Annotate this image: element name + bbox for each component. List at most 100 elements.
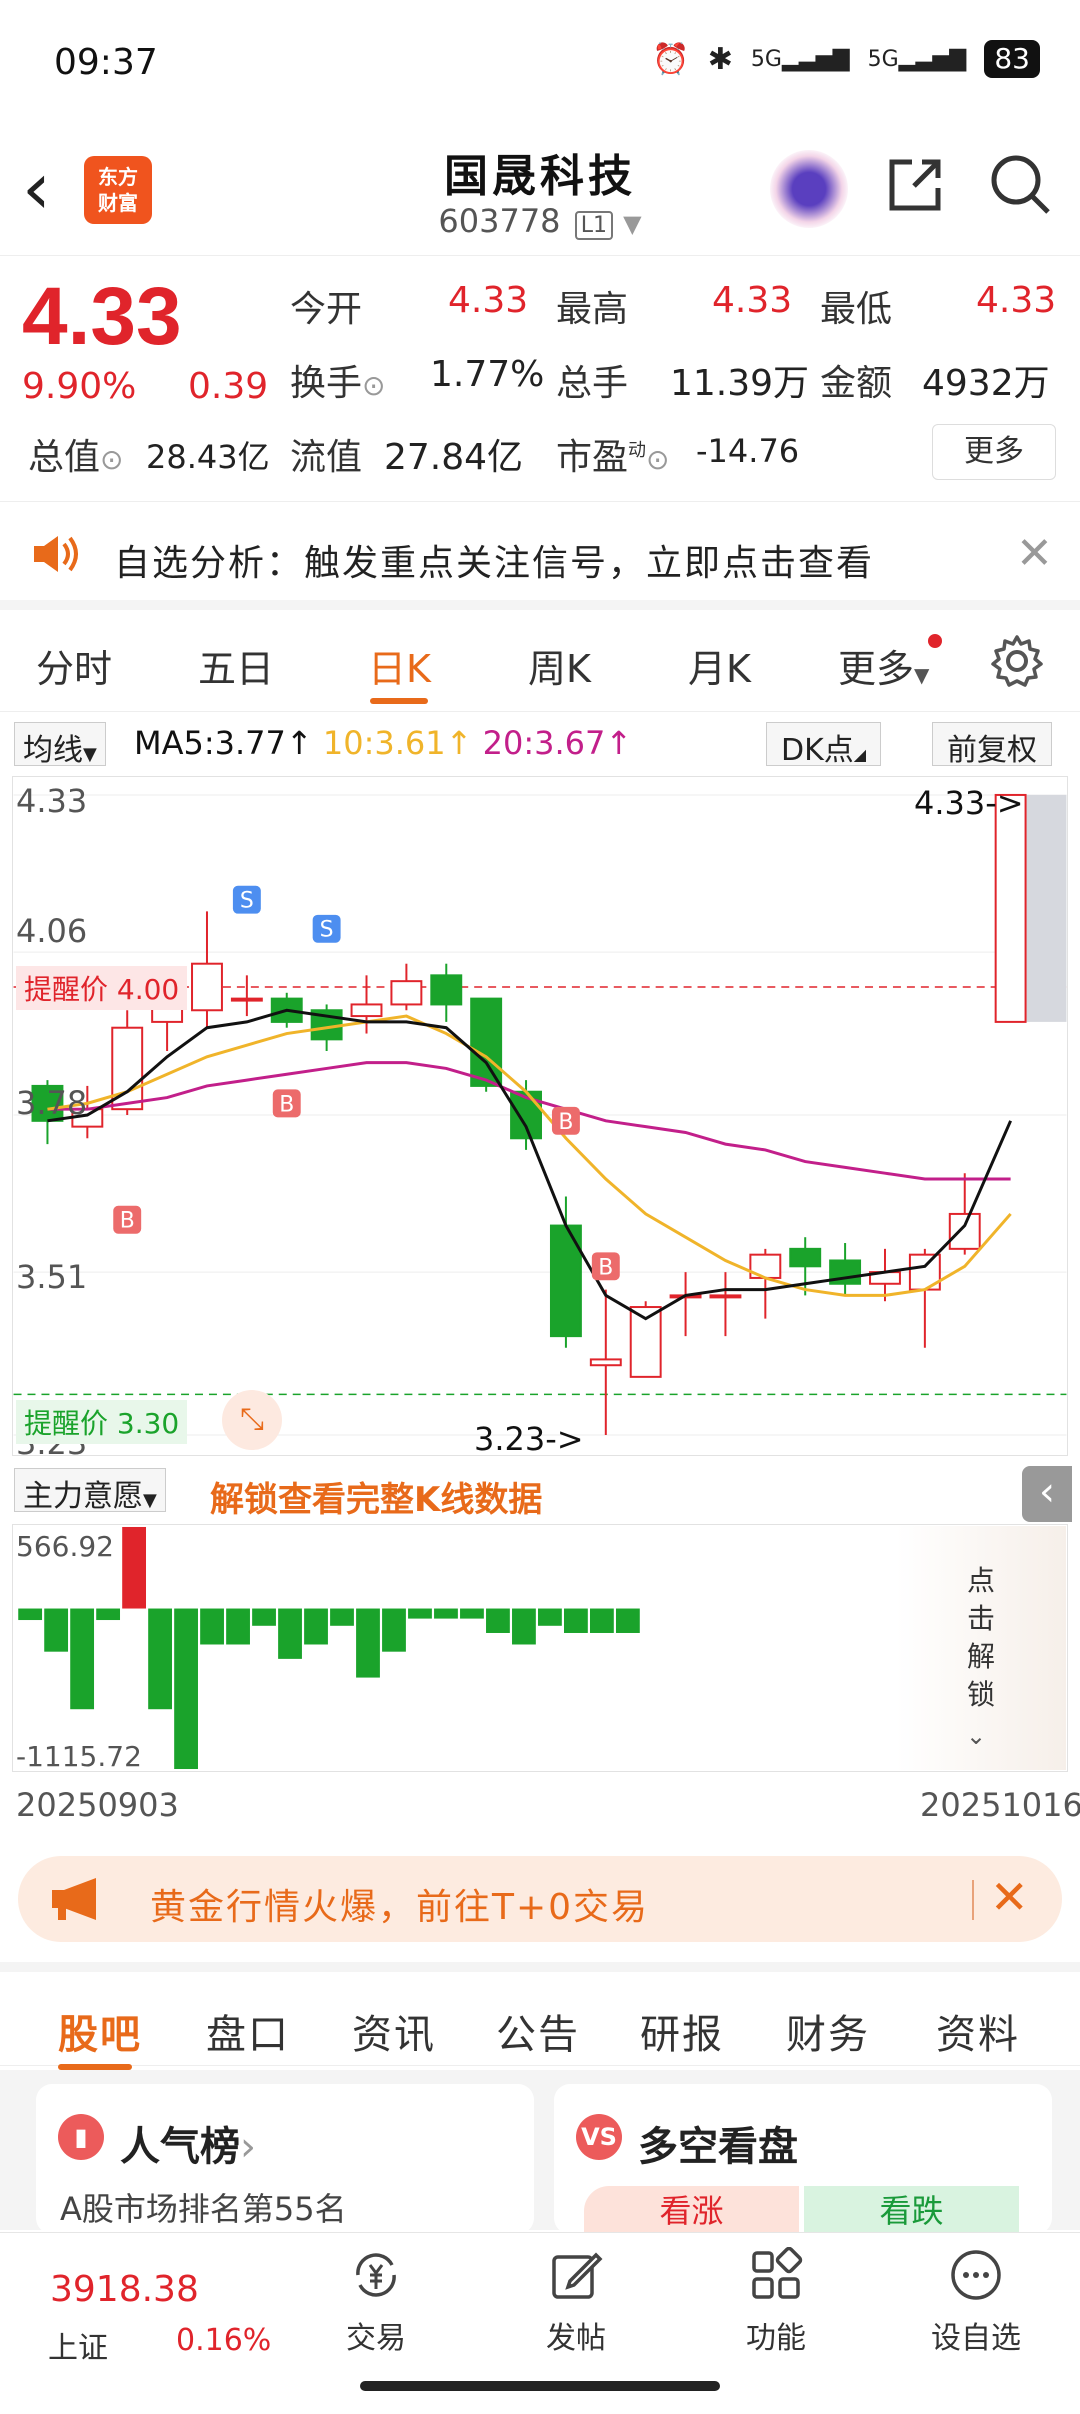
- candle-body: [350, 1003, 383, 1018]
- home-indicator: [360, 2381, 720, 2391]
- level-badge: L1: [574, 211, 613, 240]
- side-unlock-text: 点击解锁: [966, 1564, 995, 1711]
- nav-trade[interactable]: 交易: [286, 2247, 466, 2357]
- pe-value: -14.76: [696, 432, 800, 470]
- analysis-alert-banner[interactable]: 自选分析：触发重点关注信号，立即点击查看 ✕: [0, 502, 1080, 610]
- signal-label: B: [598, 1255, 613, 1280]
- tab-pankou[interactable]: 盘口: [206, 2002, 290, 2060]
- turnover-value: 1.77%: [430, 354, 545, 395]
- nav-label: 设自选: [931, 2321, 1021, 2356]
- alert-price-high[interactable]: 提醒价 4.00: [16, 966, 188, 1010]
- promo-text: 黄金行情火爆，前往T+0交易: [150, 1887, 650, 1928]
- close-icon[interactable]: ✕: [990, 1870, 1029, 1924]
- candle-body: [470, 997, 503, 1087]
- unlock-kline-link[interactable]: 解锁查看完整K线数据: [210, 1472, 542, 1521]
- candle-body: [430, 974, 463, 1006]
- turnover-label[interactable]: 换手⊙: [290, 354, 385, 406]
- fund-flow-bar: [356, 1608, 380, 1678]
- y-tick-label: 3.51: [16, 1258, 88, 1296]
- tab-weekly-k[interactable]: 周K: [528, 638, 591, 693]
- popularity-card[interactable]: ▮ 人气榜› A股市场排名第55名: [36, 2084, 534, 2234]
- tab-announcements[interactable]: 公告: [496, 2002, 580, 2060]
- y-tick-label: 4.33: [16, 782, 88, 820]
- index-quote[interactable]: 3918.38 上证 0.16%: [0, 2233, 271, 2373]
- bull-button[interactable]: 看涨: [584, 2186, 799, 2234]
- tab-profile[interactable]: 资料: [936, 2002, 1020, 2060]
- candle-body: [230, 997, 263, 1002]
- more-button[interactable]: 更多: [932, 424, 1056, 480]
- close-icon[interactable]: ✕: [1016, 528, 1053, 579]
- index-percent: 0.16%: [176, 2323, 272, 2358]
- alarm-icon: ⏰: [652, 41, 690, 77]
- sub-indicator-selector[interactable]: 主力意愿▼: [14, 1468, 166, 1514]
- tab-guba[interactable]: 股吧: [58, 2002, 142, 2060]
- change-percent: 9.90%: [22, 366, 137, 407]
- chevron-left-icon[interactable]: ‹: [1022, 1466, 1072, 1522]
- ai-assistant-icon[interactable]: [770, 150, 848, 228]
- share-icon[interactable]: [884, 154, 946, 216]
- fund-flow-bar: [18, 1608, 43, 1621]
- mcap-label[interactable]: 总值⊙: [28, 428, 123, 480]
- tab-more[interactable]: 更多▼: [838, 638, 929, 693]
- change-amount: 0.39: [188, 366, 269, 407]
- tab-daily-k[interactable]: 日K: [368, 638, 431, 693]
- nav-post[interactable]: 发帖: [486, 2247, 666, 2357]
- nav-add-watchlist[interactable]: 设自选: [886, 2247, 1066, 2357]
- fund-flow-bar: [174, 1608, 198, 1770]
- low-value: 4.33: [976, 280, 1057, 321]
- battery-icon: 83: [984, 40, 1040, 78]
- bull-bear-card[interactable]: VS 多空看盘 看涨 看跌: [554, 2084, 1052, 2234]
- fund-flow-bar: [70, 1608, 95, 1710]
- search-icon[interactable]: [988, 152, 1052, 216]
- vs-icon: VS: [576, 2114, 622, 2160]
- tab-five-day[interactable]: 五日: [198, 638, 274, 693]
- bear-button[interactable]: 看跌: [804, 2186, 1019, 2234]
- tab-news[interactable]: 资讯: [352, 2002, 436, 2060]
- open-label: 今开: [290, 289, 363, 330]
- side-unlock-panel[interactable]: 点击解锁 ⌄: [896, 1526, 1066, 1770]
- ma-row: 均线▼ MA5:3.77↑ 10:3.61↑ 20:3.67↑ DK点◢ 前复权: [0, 712, 1080, 774]
- cards-area: ▮ 人气榜› A股市场排名第55名 VS 多空看盘 看涨 看跌: [0, 2070, 1080, 2234]
- alert-price-low[interactable]: 提醒价 3.30: [16, 1400, 188, 1444]
- dk-point-button[interactable]: DK点◢: [766, 722, 882, 768]
- fund-flow-bar: [252, 1608, 276, 1626]
- candle-body: [390, 980, 423, 1006]
- high-label: 最高: [556, 289, 629, 330]
- sub-indicator-row: 主力意愿▼ 解锁查看完整K线数据 ‹: [0, 1460, 1080, 1524]
- candlestick-chart[interactable]: S S B B B B: [12, 776, 1068, 1456]
- fund-flow-bar: [538, 1608, 562, 1626]
- y-tick-label: 4.06: [16, 912, 88, 950]
- quote-panel: 4.33 9.90% 0.39 今开 4.33 最高 4.33 最低 4.33 …: [0, 256, 1080, 502]
- amount-value: 4932万: [922, 363, 1050, 404]
- ma20-value: 20:3.67↑: [482, 724, 633, 762]
- tab-research[interactable]: 研报: [640, 2002, 724, 2060]
- fund-flow-bar: [330, 1608, 354, 1626]
- nav-label: 交易: [346, 2321, 406, 2356]
- nav-label: 发帖: [546, 2321, 606, 2356]
- nav-functions[interactable]: 功能: [686, 2246, 866, 2357]
- stock-code: 603778: [438, 202, 561, 240]
- ma-values: MA5:3.77↑ 10:3.61↑ 20:3.67↑: [134, 724, 632, 762]
- bluetooth-icon: ✱: [707, 41, 733, 77]
- candle-body: [191, 962, 223, 1012]
- fund-flow-bar: [122, 1526, 147, 1609]
- fund-flow-bar: [408, 1608, 432, 1619]
- content-tabs: 股吧 盘口 资讯 公告 研报 财务 资料: [0, 1962, 1080, 2070]
- tab-monthly-k[interactable]: 月K: [688, 638, 751, 693]
- tab-finance[interactable]: 财务: [786, 2002, 870, 2060]
- gear-icon[interactable]: [990, 634, 1044, 688]
- vs-title: 多空看盘: [638, 2124, 798, 2170]
- pe-label[interactable]: 市盈动⊙: [556, 428, 669, 480]
- fund-flow-bar: [589, 1608, 614, 1633]
- low-label: 最低: [820, 289, 893, 330]
- fund-flow-bar: [226, 1608, 250, 1645]
- tab-intraday[interactable]: 分时: [36, 638, 112, 693]
- alert-text: 自选分析：触发重点关注信号，立即点击查看: [114, 543, 875, 584]
- candle-body: [709, 1294, 742, 1299]
- adjust-button[interactable]: 前复权: [932, 722, 1052, 768]
- fund-flow-bar: [486, 1608, 510, 1633]
- indicator-selector[interactable]: 均线▼: [14, 722, 106, 768]
- fullscreen-icon[interactable]: ⤡: [222, 1390, 282, 1450]
- signal-icon-2: 5G▂▃▅▇: [867, 46, 967, 72]
- promo-banner[interactable]: 黄金行情火爆，前往T+0交易 ✕: [18, 1856, 1062, 1942]
